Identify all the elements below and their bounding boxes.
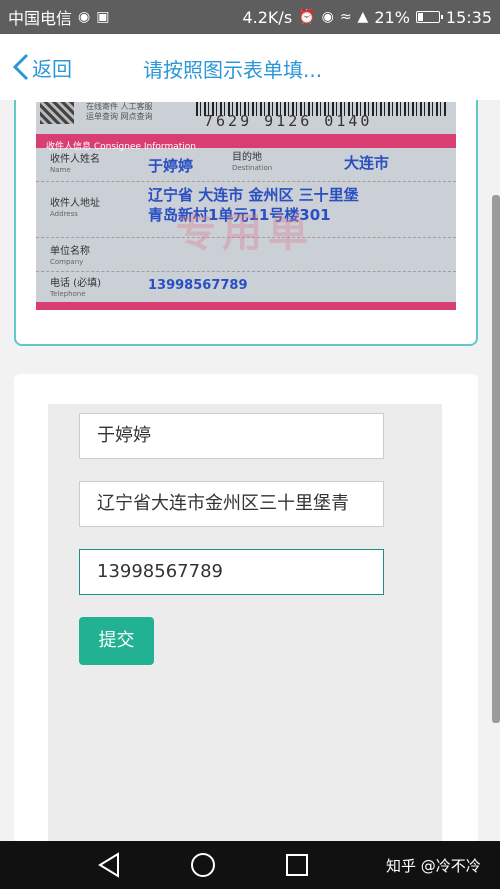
- eye-icon: ◉: [321, 9, 334, 25]
- nav-bar: 返回 请按照图示表单填...: [0, 34, 500, 100]
- waybill-photo: 在线寄件 人工客服 运单查询 网点查询 7629 9126 0140 收件人信息…: [36, 102, 456, 310]
- recents-square-icon[interactable]: [284, 851, 310, 879]
- destination-label-en: Destination: [232, 164, 273, 172]
- phone-label-en: Telephone: [50, 290, 86, 298]
- address-label-en: Address: [50, 210, 78, 218]
- company-label: 单位名称: [50, 246, 90, 257]
- example-image-card: 在线寄件 人工客服 运单查询 网点查询 7629 9126 0140 收件人信息…: [14, 100, 478, 346]
- name-label-en: Name: [50, 166, 71, 174]
- battery-icon: [415, 11, 443, 23]
- wifi-icon: ≈: [339, 9, 352, 25]
- address-label: 收件人地址: [50, 198, 100, 209]
- watermark-text: 知乎 @冷不冷: [386, 857, 481, 875]
- phone-row: 电话 (必填) Telephone 13998567789: [36, 272, 456, 302]
- company-row: 单位名称 Company: [36, 238, 456, 272]
- scrollbar[interactable]: [492, 195, 500, 723]
- name-row: 收件人姓名 Name 于婷婷 目的地 Destination 大连市: [36, 148, 456, 182]
- company-label-en: Company: [50, 258, 84, 266]
- back-triangle-icon[interactable]: [96, 851, 122, 879]
- form-panel: 于婷婷 辽宁省大连市金州区三十里堡青 13998567789 提交: [48, 404, 442, 844]
- phone-input[interactable]: 13998567789: [79, 549, 384, 595]
- name-input[interactable]: 于婷婷: [79, 413, 384, 459]
- signal-icon: ▲: [357, 9, 369, 25]
- lock-icon: ▣: [96, 9, 110, 25]
- tracking-number: 7629 9126 0140: [204, 112, 373, 130]
- page-title: 请按照图示表单填...: [143, 58, 323, 82]
- chevron-left-icon: [12, 53, 29, 81]
- wechat-icon: ◉: [78, 9, 91, 25]
- battery-percent: 21%: [374, 7, 410, 27]
- qr-code: [40, 102, 74, 124]
- back-label: 返回: [32, 56, 72, 81]
- network-speed: 4.2K/s: [242, 7, 293, 27]
- photo-header-text-2: 运单查询 网点查询: [86, 112, 153, 121]
- status-bar: 中国电信 ◉ ▣ 4.2K/s ⏰ ◉ ≈ ▲ 21% 15:35: [0, 0, 500, 34]
- destination-label: 目的地: [232, 152, 262, 163]
- section-header: 收件人信息 Consignee Information: [36, 134, 456, 152]
- photo-footer-bar: [36, 302, 456, 310]
- home-circle-icon[interactable]: [189, 851, 217, 879]
- alarm-icon: ⏰: [298, 9, 316, 25]
- name-label: 收件人姓名: [50, 154, 100, 165]
- phone-label: 电话 (必填): [50, 278, 101, 289]
- clock: 15:35: [445, 7, 492, 27]
- name-value: 于婷婷: [148, 157, 194, 175]
- back-button[interactable]: 返回: [0, 53, 72, 82]
- carrier-label: 中国电信: [8, 9, 73, 28]
- address-input[interactable]: 辽宁省大连市金州区三十里堡青: [79, 481, 384, 527]
- phone-value: 13998567789: [148, 278, 248, 293]
- photo-header-text-1: 在线寄件 人工客服: [86, 102, 153, 111]
- destination-value: 大连市: [344, 154, 390, 172]
- form-card: 于婷婷 辽宁省大连市金州区三十里堡青 13998567789 提交: [14, 374, 478, 844]
- submit-button[interactable]: 提交: [79, 617, 154, 665]
- system-nav-bar: 知乎 @冷不冷: [0, 841, 500, 889]
